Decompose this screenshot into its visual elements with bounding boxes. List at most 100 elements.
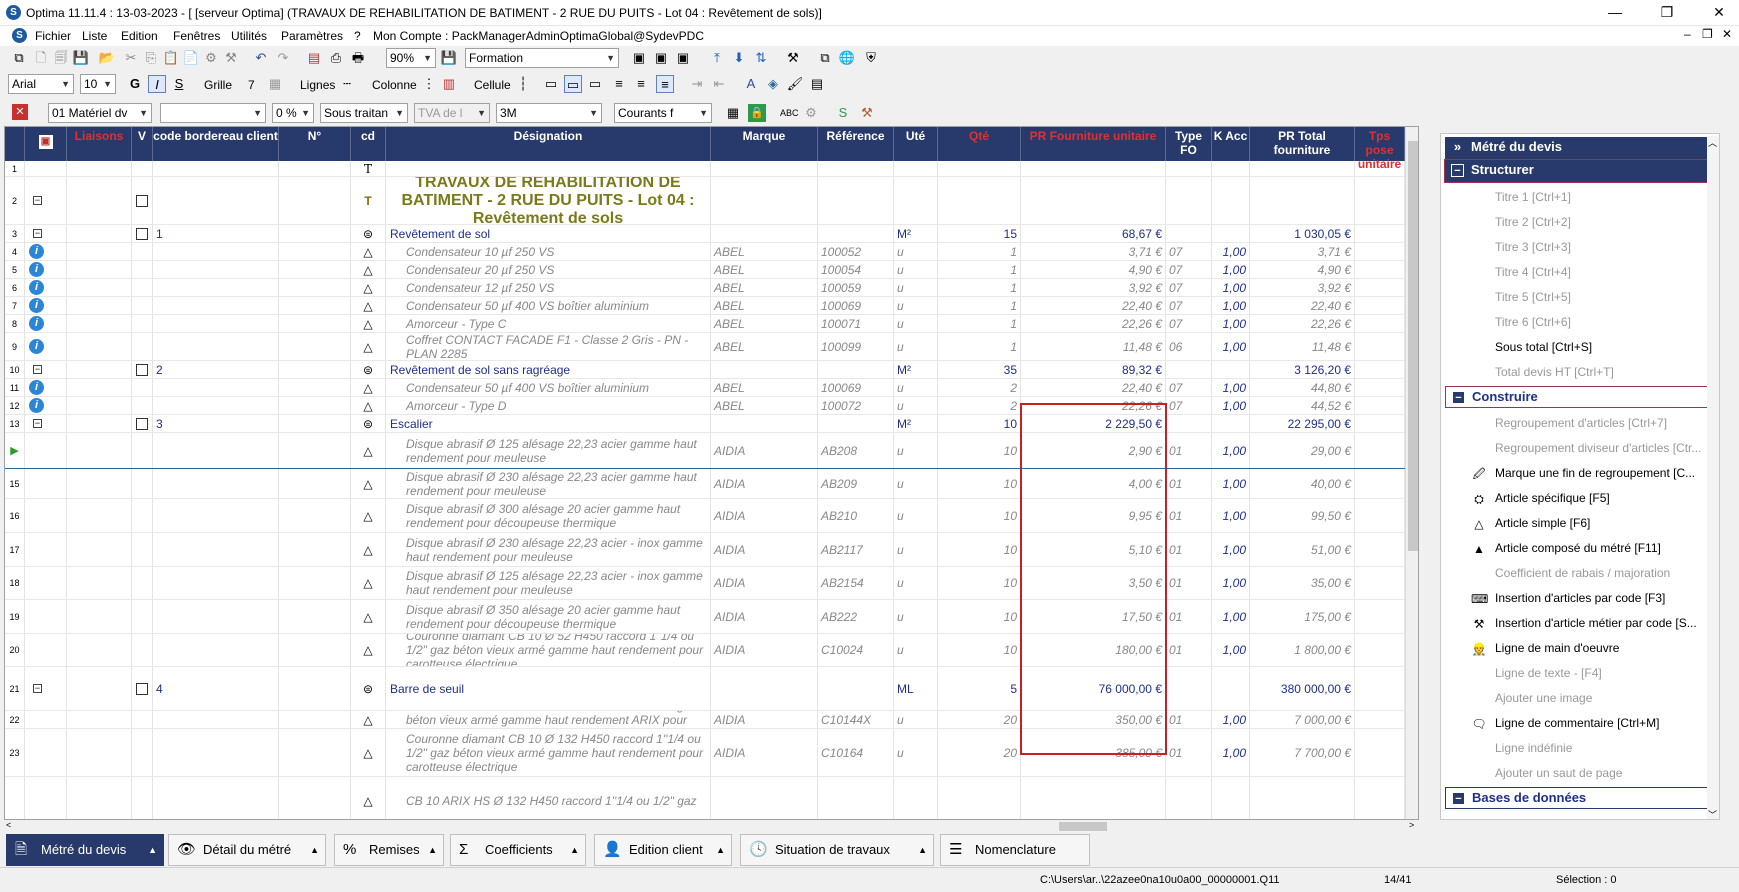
- brand-cell[interactable]: [711, 777, 818, 819]
- coef-cell[interactable]: [1212, 415, 1250, 432]
- liaisons-cell[interactable]: [67, 333, 132, 360]
- designation-cell[interactable]: Condensateur 20 µf 250 VS: [386, 261, 711, 278]
- unit-cell[interactable]: u: [894, 333, 938, 360]
- number-cell[interactable]: [279, 297, 351, 314]
- designation-cell[interactable]: Coffret CONTACT FACADE F1 - Classe 2 Gri…: [386, 333, 711, 360]
- total-cell[interactable]: 7 700,00 €: [1250, 729, 1355, 776]
- brand-cell[interactable]: ABEL: [711, 315, 818, 332]
- align-center-icon[interactable]: ≡: [632, 75, 650, 93]
- table-row[interactable]: 5 i △ Condensateur 20 µf 250 VS ABEL 100054 u 1…: [5, 261, 1418, 279]
- brand-cell[interactable]: ABEL: [711, 279, 818, 296]
- menu-liste[interactable]: Liste: [82, 29, 107, 43]
- liaisons-cell[interactable]: [67, 667, 132, 710]
- liaisons-cell[interactable]: [67, 634, 132, 666]
- row-number[interactable]: 6: [5, 279, 25, 296]
- collapse-icon[interactable]: −: [33, 196, 42, 205]
- brand-cell[interactable]: AIDIA: [711, 469, 818, 498]
- bold-icon[interactable]: G: [126, 75, 144, 93]
- table-row[interactable]: ▶ △ Disque abrasif Ø 125 alésage 22,23 aci…: [5, 433, 1418, 469]
- type-cell[interactable]: △: [351, 379, 386, 396]
- document-icon[interactable]: S: [12, 28, 27, 43]
- reference-cell[interactable]: 100071: [818, 315, 894, 332]
- type-fo-cell[interactable]: 01: [1166, 533, 1212, 566]
- total-cell[interactable]: 44,52 €: [1250, 397, 1355, 414]
- pose-time-cell[interactable]: [1355, 711, 1405, 728]
- total-cell[interactable]: 99,50 €: [1250, 499, 1355, 532]
- code-cell[interactable]: [153, 397, 279, 414]
- designation-cell[interactable]: Condensateur 10 µf 250 VS: [386, 243, 711, 260]
- type-fo-cell[interactable]: [1166, 225, 1212, 242]
- unit-cell[interactable]: M²: [894, 361, 938, 378]
- designation-cell[interactable]: Revêtement de sol sans ragréage: [386, 361, 711, 378]
- unit-cell[interactable]: u: [894, 711, 938, 728]
- tab-remises[interactable]: % Remises ▲: [334, 834, 444, 866]
- quantity-cell[interactable]: 10: [938, 634, 1021, 666]
- total-cell[interactable]: 35,00 €: [1250, 567, 1355, 599]
- number-cell[interactable]: [279, 711, 351, 728]
- designation-cell[interactable]: Condensateur 50 µf 400 VS boîtier alumin…: [386, 297, 711, 314]
- unit-cell[interactable]: u: [894, 315, 938, 332]
- new-icon[interactable]: 🗋: [32, 49, 50, 67]
- number-cell[interactable]: [279, 469, 351, 498]
- type-fo-cell[interactable]: 07: [1166, 279, 1212, 296]
- menu-parametres[interactable]: Paramètres: [281, 29, 343, 43]
- unit-price-cell[interactable]: 22,26 €: [1021, 397, 1166, 414]
- liaisons-cell[interactable]: [67, 225, 132, 242]
- type-cell[interactable]: △: [351, 433, 386, 468]
- validation-cell[interactable]: [132, 333, 153, 360]
- liaisons-cell[interactable]: [67, 315, 132, 332]
- code-cell[interactable]: [153, 243, 279, 260]
- liaisons-cell[interactable]: [67, 379, 132, 396]
- row-number[interactable]: 9: [5, 333, 25, 360]
- column-header-tfo[interactable]: Type FO: [1166, 127, 1212, 161]
- quantity-cell[interactable]: 15: [938, 225, 1021, 242]
- coef-cell[interactable]: 1,00: [1212, 729, 1250, 776]
- brand-cell[interactable]: AIDIA: [711, 600, 818, 633]
- vertical-scrollbar[interactable]: [1405, 127, 1418, 819]
- pose-time-cell[interactable]: [1355, 225, 1405, 242]
- table-row[interactable]: 20 △ Couronne diamant CB 10 Ø 52 H450 racc…: [5, 634, 1418, 667]
- reference-cell[interactable]: AB2117: [818, 533, 894, 566]
- line-style-icon[interactable]: ┄: [338, 75, 356, 93]
- validation-cell[interactable]: [132, 600, 153, 633]
- quantity-cell[interactable]: [938, 777, 1021, 819]
- total-cell[interactable]: 175,00 €: [1250, 600, 1355, 633]
- unit-price-cell[interactable]: 385,00 €: [1021, 729, 1166, 776]
- brand-cell[interactable]: [711, 361, 818, 378]
- number-cell[interactable]: [279, 379, 351, 396]
- quantity-cell[interactable]: 5: [938, 667, 1021, 710]
- coef-cell[interactable]: [1212, 225, 1250, 242]
- column-style-icon[interactable]: ⋮: [420, 75, 438, 93]
- font-size-select[interactable]: 10 ▼: [80, 74, 116, 94]
- reference-cell[interactable]: 100052: [818, 243, 894, 260]
- table-row[interactable]: 17 △ Disque abrasif Ø 230 alésage 22,23 ac…: [5, 533, 1418, 567]
- column-header-rn[interactable]: [5, 127, 25, 161]
- coef-cell[interactable]: 1,00: [1212, 243, 1250, 260]
- type-fo-cell[interactable]: [1166, 361, 1212, 378]
- total-cell[interactable]: 40,00 €: [1250, 469, 1355, 498]
- unit-cell[interactable]: u: [894, 243, 938, 260]
- type-fo-cell[interactable]: 01: [1166, 433, 1212, 468]
- pose-time-cell[interactable]: [1355, 379, 1405, 396]
- unit-cell[interactable]: u: [894, 469, 938, 498]
- table-row[interactable]: △ CB 10 ARIX HS Ø 132 H450 raccord 1''1/4…: [5, 777, 1418, 819]
- panel-item[interactable]: ▲ Article composé du métré [F11]: [1445, 536, 1717, 561]
- book3-icon[interactable]: ▣: [674, 49, 692, 67]
- code-cell[interactable]: [153, 711, 279, 728]
- scroll-right-icon[interactable]: >: [1409, 820, 1414, 830]
- panel-item[interactable]: Total devis HT [Ctrl+T]: [1445, 360, 1717, 385]
- total-cell[interactable]: 7 000,00 €: [1250, 711, 1355, 728]
- panel-scrollbar[interactable]: ︿ ﹀: [1707, 136, 1719, 819]
- row-number[interactable]: 18: [5, 567, 25, 599]
- quantity-cell[interactable]: 1: [938, 315, 1021, 332]
- column-header-ref[interactable]: Référence: [818, 127, 894, 161]
- quantity-cell[interactable]: [938, 177, 1021, 224]
- shield-plus-icon[interactable]: ⛨: [862, 49, 880, 67]
- total-cell[interactable]: 4,90 €: [1250, 261, 1355, 278]
- pose-time-cell[interactable]: [1355, 667, 1405, 710]
- coef-cell[interactable]: 1,00: [1212, 379, 1250, 396]
- pose-time-cell[interactable]: [1355, 397, 1405, 414]
- panel-item[interactable]: 🗨 Ligne de commentaire [Ctrl+M]: [1445, 711, 1717, 736]
- validation-cell[interactable]: [132, 379, 153, 396]
- unit-price-cell[interactable]: 3,92 €: [1021, 279, 1166, 296]
